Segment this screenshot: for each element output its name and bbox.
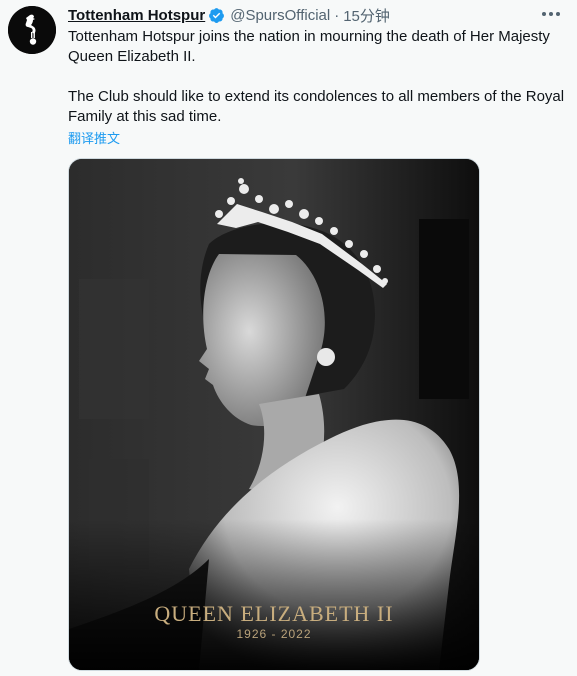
avatar[interactable] (8, 6, 56, 54)
memorial-title: QUEEN ELIZABETH II (154, 601, 394, 626)
tweet-photo[interactable]: QUEEN ELIZABETH II 1926 - 2022 (68, 158, 480, 671)
queen-portrait-image (69, 159, 479, 670)
tweet-paragraph: Tottenham Hotspur joins the nation in mo… (68, 28, 550, 65)
tweet-text: Tottenham Hotspur joins the nation in mo… (68, 27, 568, 127)
cockerel-icon (8, 6, 56, 54)
tweet: Tottenham Hotspur @SpursOfficial · 15分钟 … (0, 0, 577, 676)
tweet-paragraph: The Club should like to extend its condo… (68, 88, 565, 125)
more-dots-icon (542, 12, 560, 16)
verified-badge-icon (209, 7, 225, 23)
translate-tweet-link[interactable]: 翻译推文 (68, 128, 120, 147)
memorial-years: 1926 - 2022 (236, 627, 312, 641)
display-name[interactable]: Tottenham Hotspur (68, 7, 205, 24)
tweet-header: Tottenham Hotspur @SpursOfficial · 15分钟 (68, 5, 390, 25)
more-options-button[interactable] (539, 4, 563, 24)
timestamp[interactable]: 15分钟 (343, 5, 390, 26)
separator-dot: · (334, 6, 340, 24)
account-handle[interactable]: @SpursOfficial (230, 7, 330, 24)
